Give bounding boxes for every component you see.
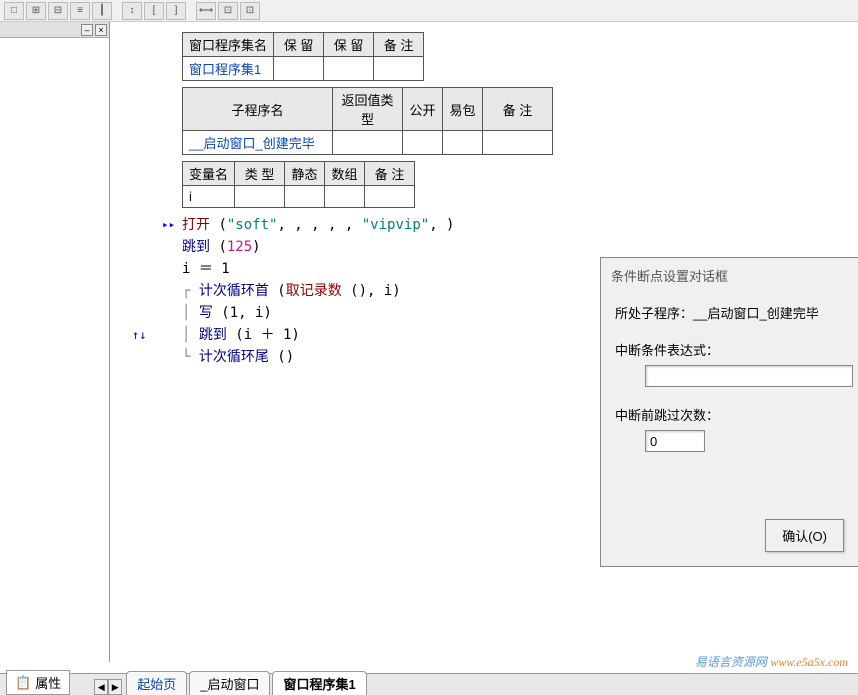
skip-count-input[interactable] [645,430,705,452]
ok-button[interactable]: 确认(O) [765,519,844,552]
toolbar-btn-9[interactable]: ⟷ [196,2,216,20]
th: 数组 [325,162,365,186]
dialog-skip-label: 中断前跳过次数： [615,405,844,424]
function: 跳到 [199,327,227,343]
top-toolbar: □ ⊞ ⊟ ≡ ┃ ↕ [ ] ⟷ ⊡ ⊡ [0,0,858,22]
bottom-tab-bar: 📋 属性 ◀ ▶ 起始页 _启动窗口 窗口程序集1 [0,673,858,695]
panel-close-icon[interactable]: × [95,24,107,36]
th: 公开 [403,88,443,131]
marker-icon: ▸▸ [162,214,175,236]
toolbar-btn-4[interactable]: ≡ [70,2,90,20]
table-subroutine[interactable]: 子程序名返回值类型公开易包备 注 __启动窗口_创建完毕 [182,87,553,155]
function: 写 [199,305,213,321]
number: 125 [227,239,252,255]
toolbar-btn-6[interactable]: ↕ [122,2,142,20]
function: 计次循环尾 [199,349,269,365]
cell-link[interactable]: __启动窗口_创建完毕 [183,131,333,155]
th: 返回值类型 [333,88,403,131]
properties-tab[interactable]: 📋 属性 [6,670,70,695]
keyword: 取记录数 [286,283,342,299]
th: 易包 [443,88,483,131]
toolbar-btn-1[interactable]: □ [4,2,24,20]
table-variables[interactable]: 变量名类 型静态数组备 注 i [182,161,415,208]
string: "soft" [227,217,278,233]
cell-link[interactable]: 窗口程序集1 [183,57,274,81]
cell[interactable]: i [183,186,235,208]
th: 备 注 [374,33,424,57]
expression-input[interactable] [645,365,853,387]
th: 类 型 [235,162,285,186]
dialog-title: 条件断点设置对话框 [601,258,858,293]
function: 计次循环首 [199,283,269,299]
watermark: 易语言资源网 www.e5a5x.com [695,653,848,670]
th: 备 注 [483,88,553,131]
th: 静态 [285,162,325,186]
function: 跳到 [182,239,210,255]
toolbar-btn-2[interactable]: ⊞ [26,2,46,20]
tab-window-set-1[interactable]: 窗口程序集1 [272,671,366,695]
scroll-right-icon[interactable]: ▶ [108,679,122,695]
panel-header: – × [0,22,109,38]
th: 窗口程序集名 [183,33,274,57]
toolbar-btn-8[interactable]: ] [166,2,186,20]
th: 备 注 [365,162,415,186]
scroll-left-icon[interactable]: ◀ [94,679,108,695]
th: 保 留 [324,33,374,57]
assignment: i ＝ 1 [182,261,230,277]
loop-arrows-icon: ↑↓ [132,324,146,346]
toolbar-btn-3[interactable]: ⊟ [48,2,68,20]
toolbar-btn-7[interactable]: [ [144,2,164,20]
toolbar-btn-5[interactable]: ┃ [92,2,112,20]
tab-start-window[interactable]: _启动窗口 [189,671,270,695]
dialog-expr-label: 中断条件表达式： [615,340,844,359]
th: 子程序名 [183,88,333,131]
left-panel: – × [0,22,110,662]
table-window-set[interactable]: 窗口程序集名保 留保 留备 注 窗口程序集1 [182,32,424,81]
panel-minimize-icon[interactable]: – [81,24,93,36]
th: 保 留 [274,33,324,57]
th: 变量名 [183,162,235,186]
string: "vipvip" [362,217,429,233]
keyword: 打开 [182,217,210,233]
breakpoint-dialog: 条件断点设置对话框 所处子程序：__启动窗口_创建完毕 中断条件表达式： 中断前… [600,257,858,567]
toolbar-btn-11[interactable]: ⊡ [240,2,260,20]
tab-start-page[interactable]: 起始页 [126,671,187,695]
toolbar-btn-10[interactable]: ⊡ [218,2,238,20]
properties-icon: 📋 [15,675,31,691]
dialog-sub-label: 所处子程序：__启动窗口_创建完毕 [615,303,844,322]
